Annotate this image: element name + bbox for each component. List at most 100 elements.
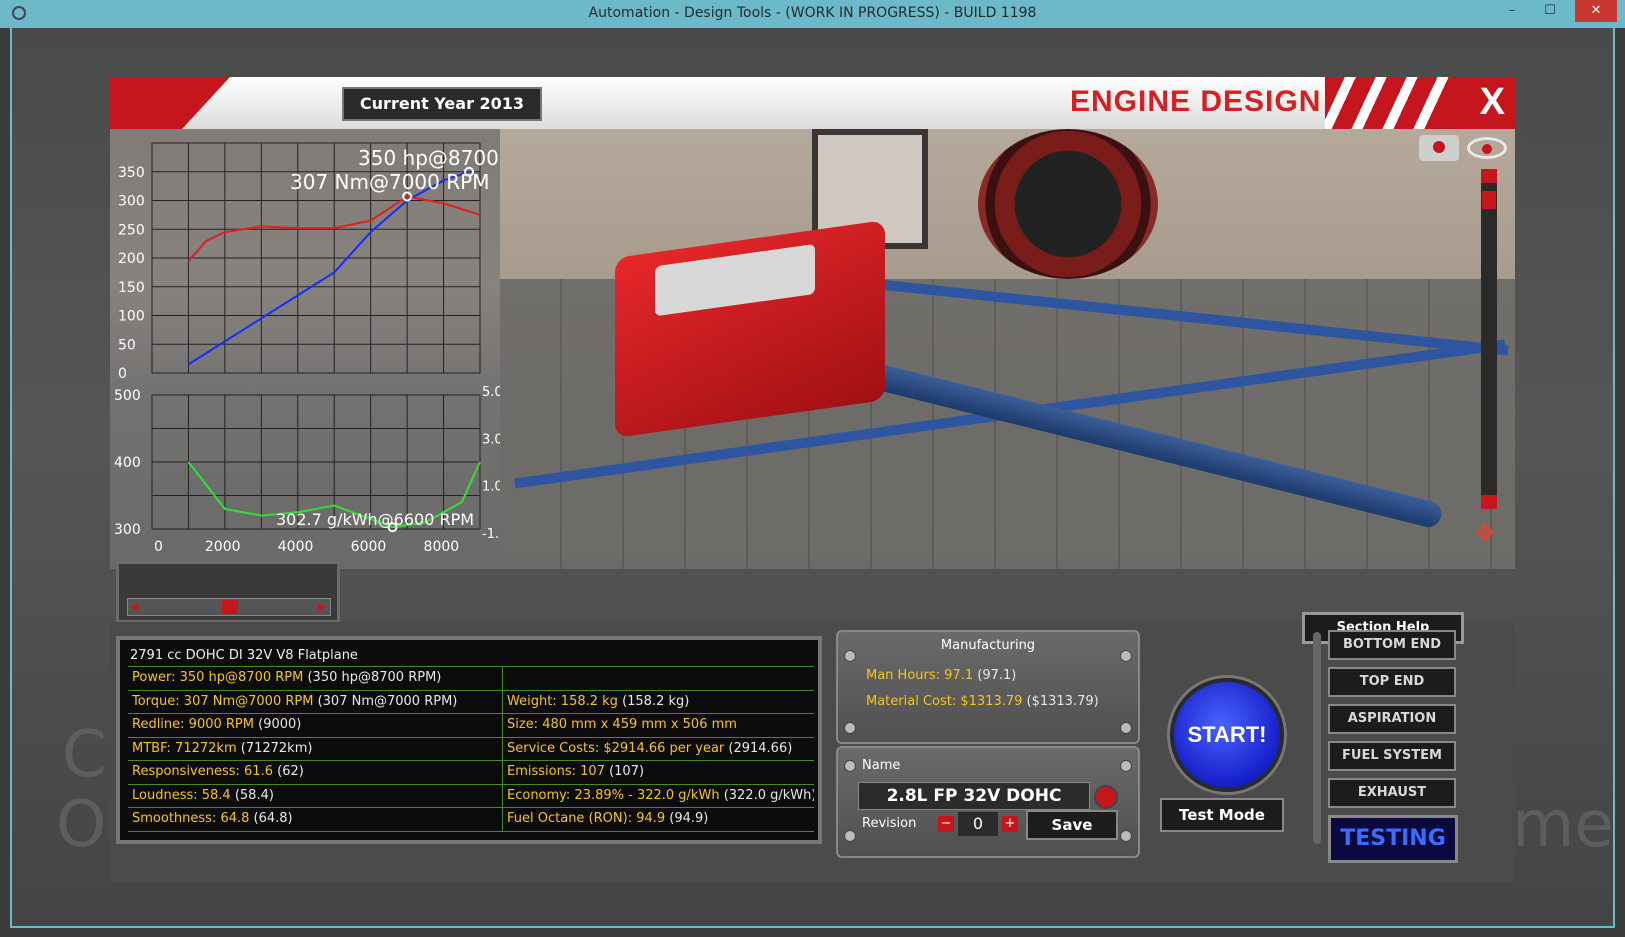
x-tick-label: 4000 <box>278 539 314 555</box>
right-tick-label: 5.0 <box>482 385 500 400</box>
y-tick-label: 50 <box>118 337 136 353</box>
save-button[interactable]: Save <box>1026 810 1118 840</box>
slider-handle[interactable] <box>222 600 238 614</box>
nav-bottom-end[interactable]: BOTTOM END <box>1328 630 1456 660</box>
wall-fan <box>978 129 1158 279</box>
stats-grid: Power: 350 hp@8700 RPM (350 hp@8700 RPM)… <box>128 666 814 832</box>
stat-left: Power: 350 hp@8700 RPM (350 hp@8700 RPM) <box>128 667 503 690</box>
stat-right: Size: 480 mm x 459 mm x 506 mm <box>503 714 814 737</box>
x-tick-label: 0 <box>154 539 163 555</box>
minimize-button[interactable]: – <box>1495 0 1529 22</box>
stat-reference: (107) <box>604 764 645 779</box>
camera-icon[interactable] <box>1419 135 1459 161</box>
engine-name-field[interactable]: 2.8L FP 32V DOHC <box>858 782 1090 810</box>
engine-model <box>615 220 885 438</box>
nav-top-end[interactable]: TOP END <box>1328 667 1456 697</box>
stat-reference: (2914.66) <box>724 740 793 756</box>
stats-row: Redline: 9000 RPM (9000) Size: 480 mm x 4… <box>128 714 814 738</box>
color-picker-icon[interactable] <box>1094 785 1118 809</box>
nav-fuel-system[interactable]: FUEL SYSTEM <box>1328 741 1456 771</box>
stat-reference: (307 Nm@7000 RPM) <box>313 693 458 709</box>
start-button[interactable]: START! <box>1170 678 1284 792</box>
material-cost-ref: ($1313.79) <box>1022 694 1099 709</box>
stat-reference: (94.9) <box>665 811 709 826</box>
right-tick-label: 1.0 <box>482 480 500 495</box>
eye-icon[interactable] <box>1467 137 1507 159</box>
stat-reference: (71272km) <box>236 740 313 756</box>
stats-row: MTBF: 71272km (71272km) Service Costs: $2… <box>128 737 814 761</box>
nav-testing[interactable]: TESTING <box>1328 815 1458 863</box>
rpm-slider[interactable]: ◀ ▶ <box>127 598 331 616</box>
man-hours-ref: (97.1) <box>973 668 1017 683</box>
y-tick-label: 100 <box>118 309 145 325</box>
stat-right: Fuel Octane (RON): 94.9 (94.9) <box>503 808 814 831</box>
nav-aspiration[interactable]: ASPIRATION <box>1328 704 1456 734</box>
stat-value: Weight: 158.2 kg <box>507 693 618 709</box>
x-tick-label: 2000 <box>205 539 241 555</box>
economy-peak-label: 302.7 g/kWh@6600 RPM <box>276 510 474 529</box>
scroll-thumb[interactable] <box>1482 191 1496 209</box>
y-tick-label: 150 <box>118 280 145 296</box>
panel-title: ENGINE DESIGN <box>1070 85 1322 118</box>
revision-increment-button[interactable]: + <box>1002 816 1018 832</box>
nav-exhaust[interactable]: EXHAUST <box>1328 778 1456 808</box>
stat-value: Fuel Octane (RON): 94.9 <box>507 811 666 826</box>
stats-row: Torque: 307 Nm@7000 RPM (307 Nm@7000 RPM… <box>128 690 814 714</box>
x-tick-label: 8000 <box>424 539 460 555</box>
stats-row: Responsiveness: 61.6 (62) Emissions: 107 … <box>128 761 814 785</box>
move-camera-icon[interactable]: ✥ <box>1467 519 1503 549</box>
scroll-down-icon[interactable] <box>1481 495 1497 509</box>
material-cost: Material Cost: $1313.79 <box>866 694 1023 709</box>
man-hours: Man Hours: 97.1 <box>866 668 974 683</box>
window-close-button[interactable]: ✕ <box>1575 0 1617 22</box>
stats-row: Power: 350 hp@8700 RPM (350 hp@8700 RPM) <box>128 667 814 691</box>
stat-right: Service Costs: $2914.66 per year (2914.6… <box>503 738 814 761</box>
torque-peak-label: 307 Nm@7000 RPM <box>290 170 489 194</box>
y-tick-label: 200 <box>118 251 145 267</box>
engine-design-panel: Current Year 2013 ENGINE DESIGN X ✥ 350 3… <box>110 77 1515 882</box>
stat-value: MTBF: 71272km <box>132 740 237 756</box>
y-tick-label: 400 <box>114 455 141 471</box>
stat-value: Redline: 9000 RPM <box>132 717 254 732</box>
y-tick-label: 500 <box>114 388 141 404</box>
stat-left: Redline: 9000 RPM (9000) <box>128 714 503 737</box>
slider-right-icon[interactable]: ▶ <box>318 601 328 613</box>
stat-reference: (62) <box>272 764 304 779</box>
view-scrollbar[interactable] <box>1481 169 1497 509</box>
stat-right: Emissions: 107 (107) <box>503 761 814 784</box>
stat-reference: (322.0 g/kWh) <box>719 787 814 803</box>
window-title: Automation - Design Tools - (WORK IN PRO… <box>588 5 1037 21</box>
stat-reference: (350 hp@8700 RPM) <box>303 670 442 685</box>
background-text-left2: O <box>56 788 107 862</box>
stat-left: Responsiveness: 61.6 (62) <box>128 761 503 784</box>
stat-right: Weight: 158.2 kg (158.2 kg) <box>503 691 814 714</box>
nav-rail <box>1313 632 1321 844</box>
engine-stats: 2791 cc DOHC DI 32V V8 Flatplane Power: … <box>116 636 822 844</box>
slider-left-icon[interactable]: ◀ <box>130 601 140 613</box>
scroll-up-icon[interactable] <box>1481 169 1497 183</box>
stat-right <box>503 667 814 690</box>
panel-header: Current Year 2013 ENGINE DESIGN X <box>110 77 1515 129</box>
y-tick-label: 0 <box>118 366 127 382</box>
panel-close-button[interactable]: X <box>1480 81 1505 124</box>
y-tick-label: 300 <box>118 194 145 210</box>
charts-svg: 350300250200150100500 5004003005.03.01.0… <box>114 142 500 555</box>
bottom-panel: 2791 cc DOHC DI 32V V8 Flatplane Power: … <box>110 612 1515 882</box>
stat-left: Torque: 307 Nm@7000 RPM (307 Nm@7000 RPM… <box>128 690 503 713</box>
rpm-slider-box: ◀ ▶ <box>116 561 340 623</box>
stat-left: MTBF: 71272km (71272km) <box>128 737 503 760</box>
background-text-left: C <box>62 718 107 792</box>
stat-right: Economy: 23.89% - 322.0 g/kWh (322.0 g/k… <box>503 785 814 808</box>
stat-reference: (158.2 kg) <box>617 693 690 709</box>
maximize-button[interactable]: ☐ <box>1533 0 1567 22</box>
test-mode-button[interactable]: Test Mode <box>1160 798 1284 832</box>
revision-label: Revision <box>862 816 917 831</box>
power-peak-label: 350 hp@8700 RPM <box>358 146 500 170</box>
stats-row: Smoothness: 64.8 (64.8) Fuel Octane (RON)… <box>128 808 814 832</box>
stat-value: Emissions: 107 <box>507 764 605 779</box>
revision-decrement-button[interactable]: − <box>938 816 954 832</box>
x-tick-label: 6000 <box>351 539 387 555</box>
stat-value: Power: 350 hp@8700 RPM <box>132 670 304 685</box>
y-tick-label: 350 <box>118 165 145 181</box>
stat-left: Smoothness: 64.8 (64.8) <box>128 808 503 831</box>
